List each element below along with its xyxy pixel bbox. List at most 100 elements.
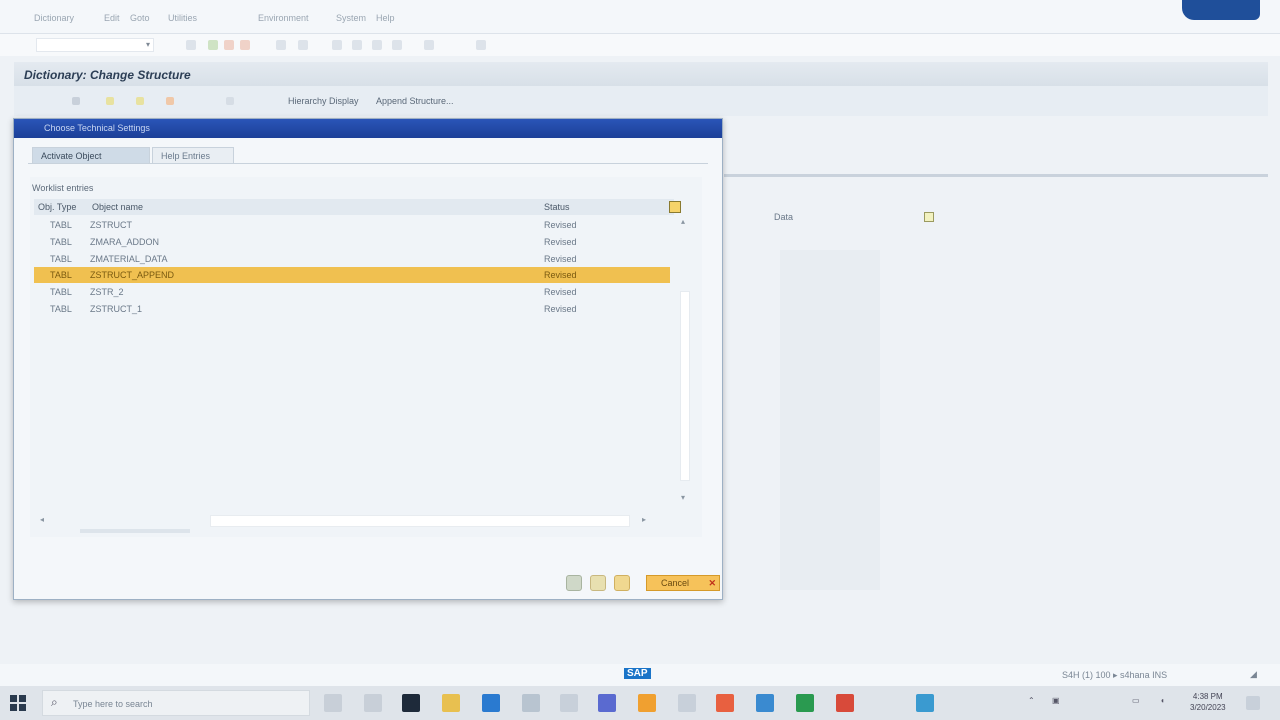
hierarchy-display-button[interactable]: Hierarchy Display	[288, 96, 359, 106]
file-explorer-icon[interactable]	[442, 694, 460, 712]
scroll-up-icon[interactable]: ▴	[681, 217, 685, 226]
dialog-title: Choose Technical Settings	[44, 123, 150, 133]
print-icon[interactable]	[276, 40, 286, 50]
column-scroll-bar[interactable]	[80, 529, 190, 533]
app-icon[interactable]	[560, 694, 578, 712]
volume-icon[interactable]: ◖	[1160, 696, 1165, 705]
windows-start-icon[interactable]	[10, 695, 26, 711]
scroll-down-icon[interactable]: ▾	[681, 493, 685, 502]
other-object-icon[interactable]	[226, 97, 234, 105]
screen-title-bar: Dictionary: Change Structure	[14, 62, 1268, 86]
scroll-track[interactable]	[210, 515, 630, 527]
teams-icon[interactable]	[598, 694, 616, 712]
table-row[interactable]: TABL ZSTRUCT Revised	[34, 217, 670, 233]
taskbar-search[interactable]: ⌕ Type here to search	[42, 690, 310, 716]
first-page-icon[interactable]	[332, 40, 342, 50]
system-info[interactable]: S4H (1) 100 ▸ s4hana INS	[1062, 670, 1167, 681]
row-status: Revised	[544, 254, 577, 264]
cancel-label: Cancel	[661, 578, 690, 588]
chevron-down-icon[interactable]: ▾	[146, 39, 150, 51]
row-status: Revised	[544, 237, 577, 247]
group-label: Worklist entries	[32, 183, 94, 193]
cancel-icon[interactable]	[240, 40, 250, 50]
show-hidden-icons[interactable]: ⌃	[1028, 696, 1035, 705]
details-icon[interactable]	[590, 575, 606, 591]
tray-app-icon[interactable]	[916, 694, 934, 712]
checkbox[interactable]	[924, 212, 934, 222]
column-header-object[interactable]: Obj. Type	[38, 202, 76, 212]
save-icon[interactable]	[186, 40, 196, 50]
scroll-right-icon[interactable]: ▸	[642, 515, 646, 524]
clock-date: 3/20/2023	[1190, 703, 1226, 712]
battery-icon[interactable]: ▭	[1132, 696, 1140, 705]
row-status: Revised	[544, 304, 577, 314]
notifications-icon[interactable]	[1246, 696, 1260, 710]
horizontal-scrollbar[interactable]: ◂ ▸	[40, 515, 652, 527]
menu-dictionary[interactable]: Dictionary	[34, 13, 74, 23]
chrome-icon[interactable]	[836, 694, 854, 712]
standard-toolbar: ▾	[0, 34, 1280, 56]
help-icon[interactable]	[476, 40, 486, 50]
exit-icon[interactable]	[224, 40, 234, 50]
row-name: ZSTR_2	[90, 287, 124, 297]
row-status: Revised	[544, 270, 577, 280]
append-structure-button[interactable]: Append Structure...	[376, 96, 454, 106]
table-row[interactable]: TABL ZSTR_2 Revised	[34, 284, 670, 300]
scroll-thumb[interactable]	[680, 291, 690, 481]
table-row-selected[interactable]: TABL ZSTRUCT_APPEND Revised	[34, 267, 670, 283]
previous-page-icon[interactable]	[352, 40, 362, 50]
table-header: Obj. Type Object name Status	[34, 199, 674, 215]
column-header-name[interactable]: Object name	[92, 202, 143, 212]
expand-icon[interactable]: ◢	[1250, 669, 1257, 680]
tab-help-entries[interactable]: Help Entries	[152, 147, 234, 163]
last-page-icon[interactable]	[392, 40, 402, 50]
check-icon[interactable]	[106, 97, 114, 105]
edge-browser-icon[interactable]	[482, 694, 500, 712]
close-icon: ✕	[708, 578, 716, 588]
menu-goto[interactable]: Goto	[130, 13, 150, 23]
app-icon[interactable]	[678, 694, 696, 712]
table-row[interactable]: TABL ZSTRUCT_1 Revised	[34, 301, 670, 317]
sap-logon-icon[interactable]	[638, 694, 656, 712]
table-row[interactable]: TABL ZMARA_ADDON Revised	[34, 234, 670, 250]
new-session-icon[interactable]	[424, 40, 434, 50]
menu-edit[interactable]: Edit	[104, 13, 120, 23]
column-header-status[interactable]: Status	[544, 202, 570, 212]
menu-system[interactable]: System	[336, 13, 366, 23]
scroll-left-icon[interactable]: ◂	[40, 515, 44, 524]
network-icon[interactable]: ▣	[1052, 696, 1060, 705]
select-icon[interactable]	[614, 575, 630, 591]
back-icon[interactable]	[208, 40, 218, 50]
row-name: ZSTRUCT_APPEND	[90, 270, 175, 280]
menu-help[interactable]: Help	[376, 13, 395, 23]
menu-bar: Dictionary Edit Goto Utilities Environme…	[0, 0, 1280, 34]
taskbar: ⌕ Type here to search ⌃ ▣ ▭ ◖ 4:38 PM 3/…	[0, 686, 1280, 720]
outlook-icon[interactable]	[756, 694, 774, 712]
find-icon[interactable]	[298, 40, 308, 50]
row-type: TABL	[50, 304, 72, 314]
cancel-button[interactable]: Cancel ✕	[646, 575, 720, 591]
row-type: TABL	[50, 254, 72, 264]
task-view-icon[interactable]	[324, 694, 342, 712]
field-label: Data	[774, 212, 794, 222]
table-row[interactable]: TABL ZMATERIAL_DATA Revised	[34, 251, 670, 267]
activate-icon[interactable]	[136, 97, 144, 105]
next-page-icon[interactable]	[372, 40, 382, 50]
excel-icon[interactable]	[796, 694, 814, 712]
row-type: TABL	[50, 237, 72, 247]
vertical-scrollbar[interactable]: ▴ ▾	[678, 201, 692, 519]
where-used-icon[interactable]	[166, 97, 174, 105]
terminal-app-icon[interactable]	[402, 694, 420, 712]
menu-utilities[interactable]: Utilities	[168, 13, 197, 23]
continue-icon[interactable]	[566, 575, 582, 591]
tab-activate-object[interactable]: Activate Object	[32, 147, 150, 163]
command-field[interactable]: ▾	[36, 38, 154, 52]
row-type: TABL	[50, 270, 72, 280]
taskbar-clock[interactable]: 4:38 PM 3/20/2023	[1190, 691, 1226, 713]
firefox-icon[interactable]	[716, 694, 734, 712]
widgets-icon[interactable]	[364, 694, 382, 712]
menu-environment[interactable]: Environment	[258, 13, 309, 23]
app-icon[interactable]	[522, 694, 540, 712]
display-change-icon[interactable]	[72, 97, 80, 105]
row-name: ZMATERIAL_DATA	[90, 254, 168, 264]
